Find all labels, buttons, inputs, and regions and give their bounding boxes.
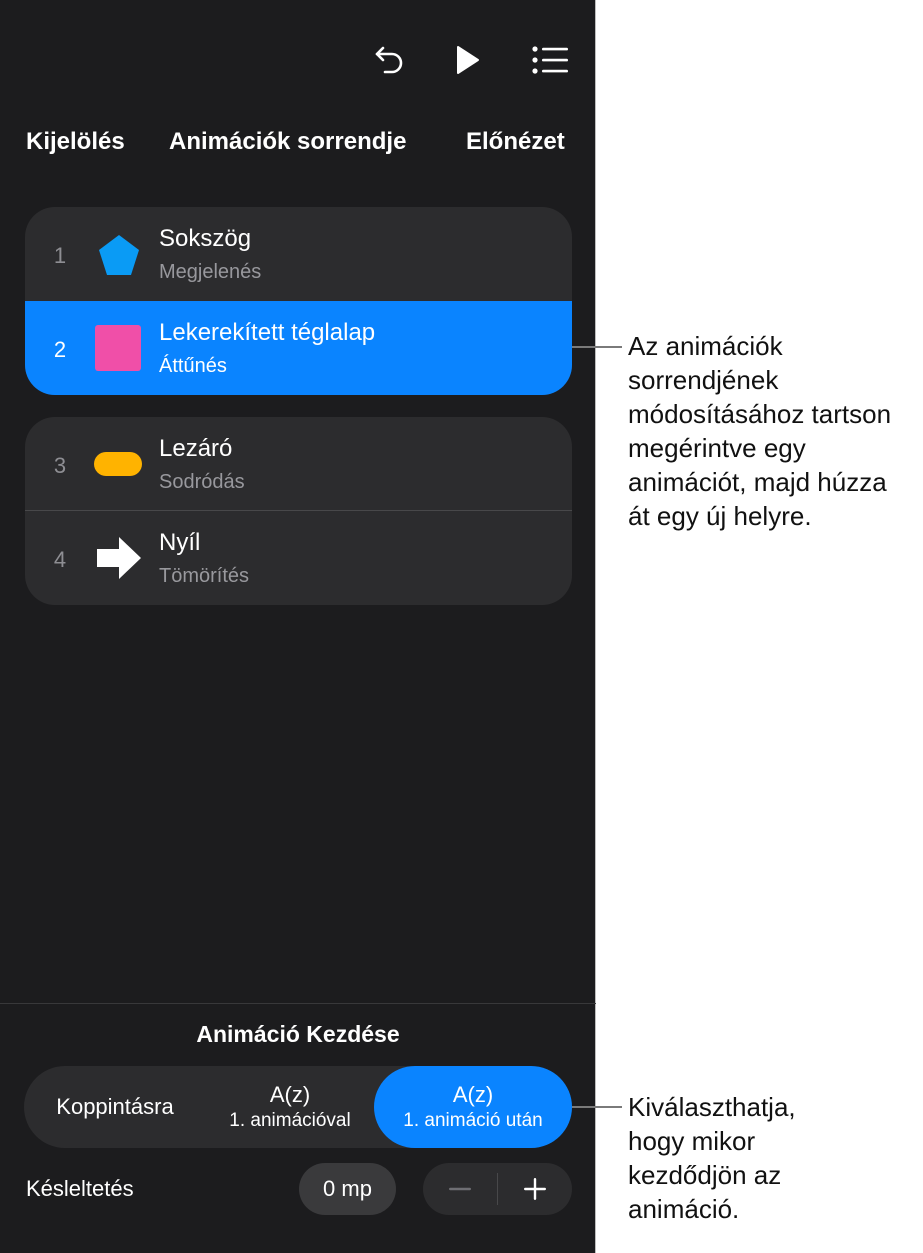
start-option-with-animation[interactable]: A(z) 1. animációval <box>206 1066 374 1148</box>
animation-row-1[interactable]: 1 Sokszög Megjelenés <box>25 207 572 301</box>
delay-label: Késleltetés <box>26 1176 134 1201</box>
callout-line-reorder <box>572 346 622 348</box>
animation-row-2[interactable]: 2 Lekerekített téglalap Áttűnés <box>25 301 572 395</box>
list-button[interactable] <box>528 38 572 82</box>
delay-stepper <box>423 1163 572 1215</box>
callout-reorder-text: Az animációk sorrendjének módosításához … <box>628 331 892 531</box>
start-option-after-animation[interactable]: A(z) 1. animáció után <box>374 1066 572 1148</box>
callout-start-text: Kiválaszthatja, hogy mikor kezdődjön az … <box>628 1092 796 1224</box>
tab-animation-order[interactable]: Animációk sorrendje <box>169 128 406 156</box>
animation-group-1: 1 Sokszög Megjelenés 2 Lekerekített tégl… <box>25 207 572 395</box>
increment-button[interactable] <box>498 1163 572 1215</box>
minus-icon <box>449 1187 471 1191</box>
animation-effect: Sodródás <box>159 471 245 493</box>
undo-arrow-icon <box>375 46 403 74</box>
animation-number: 4 <box>53 547 67 572</box>
animation-title: Nyíl <box>159 529 201 556</box>
start-segmented-control: Koppintásra A(z) 1. animációval A(z) 1. … <box>24 1066 572 1148</box>
tab-selection[interactable]: Kijelölés <box>26 128 125 156</box>
play-icon <box>457 46 479 74</box>
start-option-sublabel: 1. animáció után <box>403 1110 543 1131</box>
start-section-title: Animáció Kezdése <box>196 1021 400 1047</box>
animation-panel: Kijelölés Animációk sorrendje Előnézet 1… <box>0 0 596 1253</box>
capsule-icon <box>94 452 142 476</box>
tab-preview[interactable]: Előnézet <box>466 128 565 156</box>
animation-effect: Megjelenés <box>159 261 262 283</box>
start-option-sublabel: 1. animációval <box>229 1110 351 1131</box>
list-icon <box>532 46 568 74</box>
animation-row-4[interactable]: 4 Nyíl Tömörítés <box>25 511 572 605</box>
animation-group-2: 3 Lezáró Sodródás 4 Nyíl Tömörítés <box>25 417 572 605</box>
arrow-icon <box>97 537 141 579</box>
start-option-on-tap[interactable]: Koppintásra <box>24 1066 206 1148</box>
pentagon-icon <box>99 235 139 275</box>
play-button[interactable] <box>444 38 488 82</box>
rounded-square-icon <box>95 325 141 371</box>
start-option-label: A(z) <box>269 1082 311 1107</box>
section-divider <box>0 1003 596 1004</box>
decrement-button[interactable] <box>423 1163 497 1215</box>
animation-effect: Áttűnés <box>159 355 227 377</box>
undo-button[interactable] <box>367 38 411 82</box>
animation-row-3[interactable]: 3 Lezáró Sodródás <box>25 417 572 511</box>
animation-title: Lezáró <box>159 435 233 462</box>
animation-number: 2 <box>53 337 67 362</box>
plus-icon <box>524 1178 546 1200</box>
animation-number: 3 <box>53 453 67 478</box>
start-option-label: A(z) <box>452 1082 494 1107</box>
animation-title: Sokszög <box>159 225 252 252</box>
callout-line-start <box>572 1106 622 1108</box>
animation-title: Lekerekített téglalap <box>159 319 376 346</box>
start-option-label: Koppintásra <box>56 1094 174 1119</box>
animation-effect: Tömörítés <box>159 565 250 587</box>
animation-number: 1 <box>53 243 67 268</box>
delay-value-field[interactable]: 0 mp <box>299 1163 396 1215</box>
